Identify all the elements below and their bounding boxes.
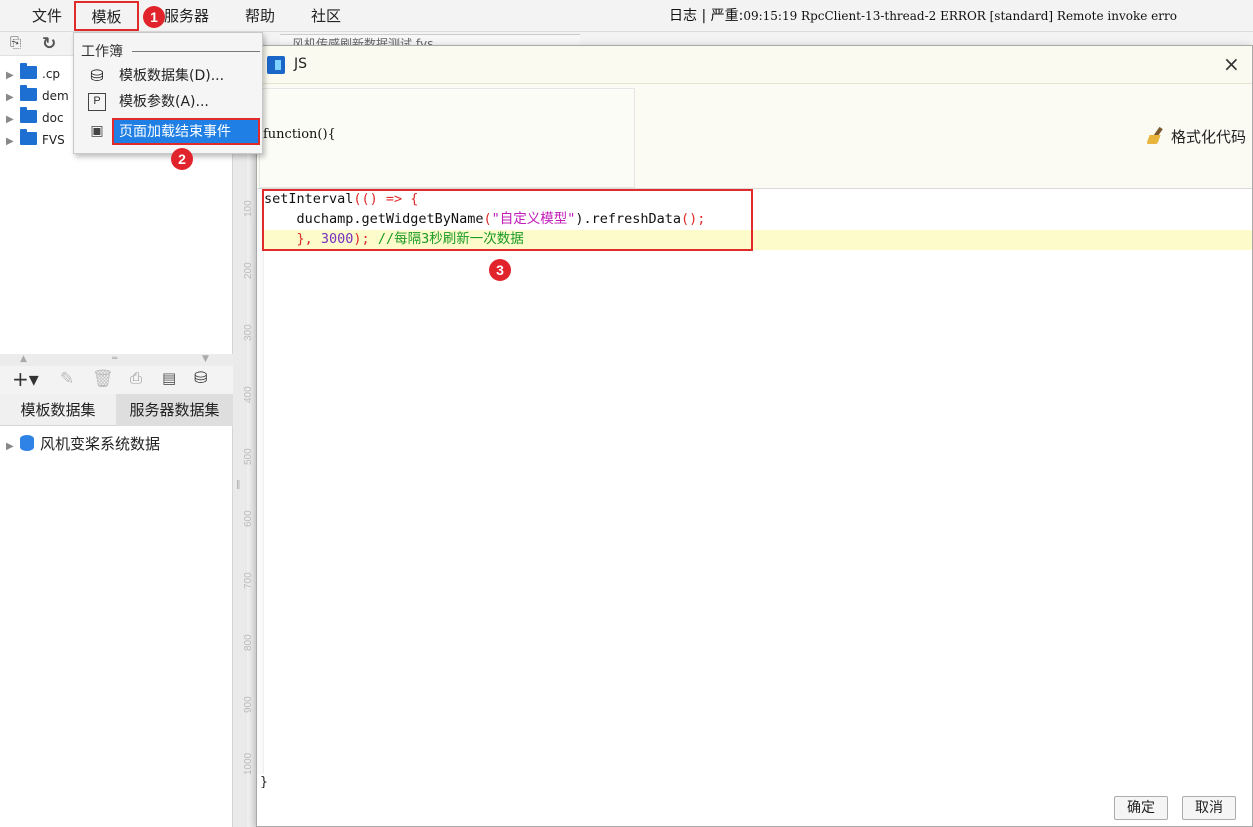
tree-item-label: .cp	[42, 67, 61, 81]
dropdown-section-label: 工作簿	[81, 44, 123, 60]
dataset-item[interactable]: ▶ 风机变桨系统数据	[6, 432, 160, 456]
template-menu-dropdown: 工作簿 ⛁ 模板数据集(D)... P 模板参数(A)... ▣ 页面加载结束事…	[73, 32, 263, 154]
step-badge-2: 2	[171, 148, 193, 170]
ruler-mark: 200	[243, 262, 254, 279]
format-code-label: 格式化代码	[1171, 128, 1247, 146]
menu-bar: 文件 模板 服务器 帮助 社区 日志 | 严重:09:15:19 RpcClie…	[0, 0, 1253, 32]
folder-icon	[20, 129, 37, 145]
expand-arrow-icon[interactable]: ▶	[6, 65, 20, 87]
dropdown-section-divider	[132, 51, 260, 52]
expand-arrow-icon[interactable]: ▶	[6, 87, 20, 109]
collapse-up-icon[interactable]: ▲	[20, 354, 27, 364]
drag-handle-icon[interactable]: ═	[112, 354, 117, 364]
tab-template-datasets[interactable]: 模板数据集	[0, 394, 116, 426]
menu-item-label: 模板参数(A)...	[119, 94, 209, 110]
ruler-mark: 800	[243, 634, 254, 651]
function-signature: function(){	[263, 127, 336, 142]
dataset-settings-icon[interactable]: ⛁	[194, 368, 207, 387]
tree-item[interactable]: ▶ dem	[6, 85, 69, 107]
panel-splitter[interactable]: ▲ ═ ▼	[0, 354, 233, 366]
ruler-mark: 600	[243, 510, 254, 527]
tree-item[interactable]: ▶ FVS	[6, 129, 65, 151]
code-editor[interactable]: 100 200 300 400 500 600 700 800 900 1000…	[243, 188, 1252, 790]
tree-item[interactable]: ▶ doc	[6, 107, 64, 129]
ruler-mark: 400	[243, 386, 254, 403]
add-dataset-icon[interactable]: +▾	[12, 367, 39, 391]
log-message: 09:15:19 RpcClient-13-thread-2 ERROR [st…	[743, 9, 1177, 23]
format-code-button[interactable]: 格式化代码	[1147, 126, 1246, 147]
ok-button[interactable]: 确定	[1114, 796, 1168, 820]
database-icon	[20, 435, 34, 451]
menu-item-page-load-event[interactable]: ▣ 页面加载结束事件	[76, 118, 260, 145]
preview-icon[interactable]: ⎙	[130, 369, 142, 387]
js-editor-dialog: JS × function(){ 格式化代码 100 200 300 400 5…	[243, 45, 1253, 827]
log-separator: |	[701, 8, 707, 24]
dialog-title-bar: JS ×	[257, 46, 1252, 84]
divider-grip-icon[interactable]: ‖	[236, 480, 241, 490]
expand-arrow-icon[interactable]: ▶	[6, 109, 20, 131]
dialog-footer: 确定 取消	[257, 788, 1252, 826]
menu-server[interactable]: 服务器	[164, 0, 209, 32]
broom-icon	[1147, 127, 1167, 145]
log-status[interactable]: 日志 | 严重:09:15:19 RpcClient-13-thread-2 E…	[669, 0, 1177, 32]
delete-icon[interactable]: 🗑	[92, 369, 114, 389]
cancel-button[interactable]: 取消	[1182, 796, 1236, 820]
menu-file[interactable]: 文件	[32, 0, 62, 32]
line-ruler: 100 200 300 400 500 600 700 800 900 1000	[243, 189, 264, 775]
folder-icon	[20, 85, 37, 101]
ruler-mark: 100	[243, 200, 254, 217]
function-header: function(){ 格式化代码	[257, 84, 1252, 188]
annotation-box	[262, 189, 753, 251]
dialog-title: JS	[294, 56, 308, 72]
ruler-mark: 300	[243, 324, 254, 341]
ruler-mark: 700	[243, 572, 254, 589]
database-icon: ⛁	[90, 66, 104, 85]
log-level: 严重:	[710, 8, 744, 24]
expand-arrow-icon[interactable]: ▶	[6, 131, 20, 153]
close-icon[interactable]: ×	[1223, 53, 1240, 75]
menu-item-label: 页面加载结束事件	[112, 118, 260, 145]
dataset-tabs: 模板数据集 服务器数据集	[0, 394, 233, 426]
dataset-toolbar: +▾ ✎ 🗑 ⎙ ▤ ⛁	[0, 366, 233, 394]
edit-icon[interactable]: ✎	[60, 369, 74, 389]
tree-item-label: doc	[42, 111, 64, 125]
collapse-down-icon[interactable]: ▼	[202, 354, 209, 364]
refresh-icon[interactable]: ↻	[42, 34, 56, 54]
expand-arrow-icon[interactable]: ▶	[6, 435, 20, 459]
ruler-mark: 1000	[243, 752, 254, 775]
folder-icon	[20, 107, 37, 123]
tree-item-label: dem	[42, 89, 69, 103]
new-folder-icon[interactable]: ⎘	[10, 35, 21, 51]
menu-item-template-dataset[interactable]: ⛁ 模板数据集(D)...	[76, 64, 260, 88]
menu-item-template-parameters[interactable]: P 模板参数(A)...	[76, 90, 260, 114]
app-logo-icon	[267, 56, 285, 74]
parameter-icon: P	[88, 93, 106, 111]
step-badge-1: 1	[143, 6, 165, 28]
folder-icon	[20, 63, 37, 79]
tree-item[interactable]: ▶ .cp	[6, 63, 60, 85]
menu-community[interactable]: 社区	[311, 0, 341, 32]
ruler-mark: 900	[243, 696, 254, 713]
ruler-mark: 500	[243, 448, 254, 465]
menu-template[interactable]: 模板	[74, 1, 139, 31]
menu-item-label: 模板数据集(D)...	[119, 68, 225, 84]
tab-server-datasets[interactable]: 服务器数据集	[116, 394, 233, 426]
dataset-item-label: 风机变桨系统数据	[40, 435, 161, 453]
tree-item-label: FVS	[42, 133, 65, 147]
step-badge-3: 3	[489, 259, 511, 281]
dataset-edit-icon[interactable]: ▤	[162, 369, 176, 387]
event-icon: ▣	[90, 123, 104, 139]
log-label: 日志	[669, 8, 697, 24]
menu-help[interactable]: 帮助	[245, 0, 275, 32]
